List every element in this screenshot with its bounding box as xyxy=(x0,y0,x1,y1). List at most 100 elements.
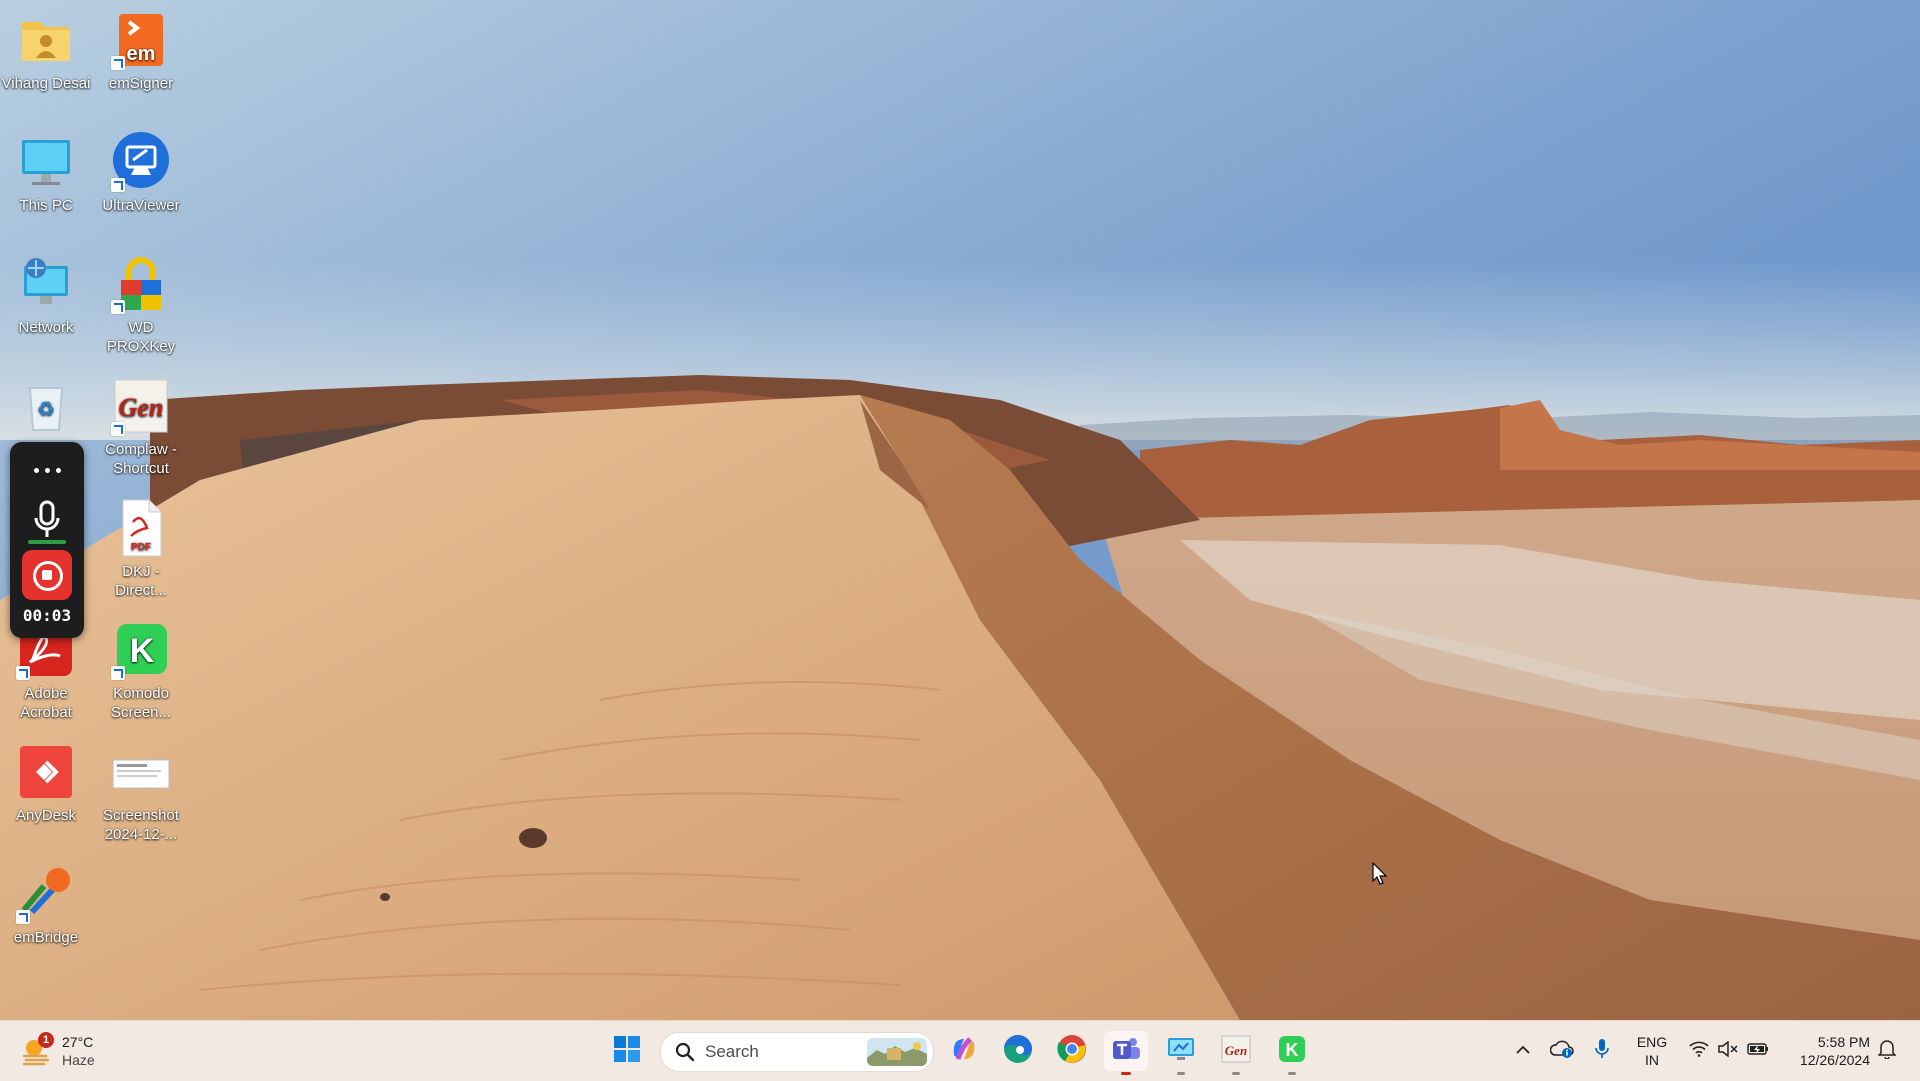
svg-text:♻: ♻ xyxy=(37,397,55,421)
svg-text:K: K xyxy=(1286,1040,1299,1060)
weather-haze-icon: 1 xyxy=(20,1032,54,1068)
tray-battery[interactable] xyxy=(1742,1021,1774,1081)
desktop-icon-wd-proxkey[interactable]: WD PROXKey xyxy=(95,252,187,356)
taskbar-app-komodo[interactable]: K xyxy=(1270,1031,1314,1075)
svg-text:Gen: Gen xyxy=(1225,1043,1247,1058)
shortcut-arrow-icon xyxy=(16,910,30,924)
complaw-icon: Gen xyxy=(1220,1033,1252,1070)
taskbar-app-copilot[interactable] xyxy=(942,1031,986,1071)
desktop-icon-label: AnyDesk xyxy=(15,807,77,824)
taskbar-app-teams[interactable] xyxy=(1104,1031,1148,1075)
complaw-icon: Gen xyxy=(109,374,173,438)
shortcut-arrow-icon xyxy=(111,178,125,192)
running-indicator xyxy=(1177,1072,1185,1075)
user-folder-icon xyxy=(14,8,78,72)
shortcut-arrow-icon xyxy=(111,422,125,436)
tray-microphone[interactable] xyxy=(1586,1021,1618,1081)
screenshot-file-icon xyxy=(109,740,173,804)
mic-level-bar xyxy=(28,540,66,544)
ultraviewer-icon xyxy=(109,130,173,194)
desktop-icon-label: emSigner xyxy=(108,75,174,92)
svg-text:K: K xyxy=(130,632,155,670)
wifi-icon xyxy=(1689,1041,1709,1062)
desktop-icon-screenshot[interactable]: Screenshot 2024-12-... xyxy=(95,740,187,844)
tray-network[interactable] xyxy=(1684,1021,1714,1081)
desktop-icon-embridge[interactable]: emBridge xyxy=(0,862,92,947)
taskbar-app-complaw[interactable]: Gen xyxy=(1214,1031,1258,1075)
chrome-icon xyxy=(1056,1033,1088,1070)
language-code: ENG xyxy=(1636,1034,1668,1050)
microphone-icon[interactable] xyxy=(32,500,62,540)
clock-date-text: 12/26/2024 xyxy=(1799,1052,1870,1068)
chevron-up-icon xyxy=(1515,1042,1531,1060)
desktop-icon-label: This PC xyxy=(19,197,73,214)
shortcut-arrow-icon xyxy=(16,666,30,680)
desktop-icon-label: Network xyxy=(18,319,74,336)
recycle-bin-icon: ♻ xyxy=(14,374,78,438)
taskbar-app-chrome[interactable] xyxy=(1050,1031,1094,1071)
desktop-icon-ultraviewer[interactable]: UltraViewer xyxy=(95,130,187,215)
desktop-icon-emsigner[interactable]: em emSigner xyxy=(95,8,187,93)
search-placeholder: Search xyxy=(705,1042,759,1061)
desktop-icon-komodo[interactable]: K Komodo Screen... xyxy=(95,618,187,722)
desktop-icon-label: WD PROXKey xyxy=(106,319,176,355)
active-indicator xyxy=(1121,1072,1131,1075)
weather-temperature: 27°C xyxy=(62,1034,94,1050)
windows-start-icon xyxy=(613,1035,641,1068)
taskbar-search-box[interactable]: Search xyxy=(660,1032,934,1072)
desktop-icon-recycle-bin[interactable]: ♻ xyxy=(0,374,92,440)
desktop-icon-this-pc[interactable]: This PC xyxy=(0,130,92,215)
network-icon xyxy=(14,252,78,316)
tray-volume[interactable] xyxy=(1714,1021,1742,1081)
pdf-file-icon: PDF xyxy=(109,496,173,560)
start-button[interactable] xyxy=(605,1031,649,1071)
desktop-icon-label: emBridge xyxy=(13,929,79,946)
weather-alert-badge: 1 xyxy=(38,1032,54,1048)
desktop-icon-label: Vihang Desai xyxy=(1,75,91,92)
language-region: IN xyxy=(1645,1052,1659,1068)
stop-record-icon[interactable] xyxy=(22,550,72,600)
desktop-icon-label: Complaw - Shortcut xyxy=(105,441,177,477)
show-hidden-icons-button[interactable] xyxy=(1508,1021,1538,1081)
clock-date[interactable]: 5:58 PM 12/26/2024 xyxy=(1780,1021,1870,1081)
komodo-icon: K xyxy=(1277,1034,1307,1069)
anydesk-icon xyxy=(14,740,78,804)
svg-text:PDF: PDF xyxy=(131,542,151,553)
teams-icon xyxy=(1110,1033,1142,1070)
language-indicator[interactable]: ENG IN xyxy=(1626,1021,1678,1081)
desktop-icon-dkj-pdf[interactable]: PDF DKJ - Direct... xyxy=(95,496,187,600)
svg-text:Gen: Gen xyxy=(119,393,164,422)
desktop-icon-vihang-desai[interactable]: Vihang Desai xyxy=(0,8,92,93)
shortcut-arrow-icon xyxy=(111,300,125,314)
shortcut-arrow-icon xyxy=(111,56,125,70)
embridge-icon xyxy=(14,862,78,926)
taskbar-app-edge[interactable] xyxy=(996,1031,1040,1071)
taskbar-app-remote-desktop[interactable] xyxy=(1159,1031,1203,1075)
battery-charging-icon xyxy=(1747,1042,1769,1061)
emsigner-icon: em xyxy=(109,8,173,72)
desktop-wallpaper xyxy=(0,0,1920,1020)
cloud-info-icon xyxy=(1549,1039,1574,1064)
running-indicator xyxy=(1232,1072,1240,1075)
mouse-cursor-icon xyxy=(1372,861,1388,886)
volume-muted-icon xyxy=(1718,1039,1738,1062)
notifications-button[interactable] xyxy=(1870,1021,1904,1081)
svg-text:em: em xyxy=(127,43,156,65)
remote-desktop-icon xyxy=(1165,1033,1197,1070)
monitor-icon xyxy=(14,130,78,194)
screen-recorder-widget: 00:03 xyxy=(10,442,84,638)
desktop-icon-label: UltraViewer xyxy=(102,197,180,214)
desktop-icon-network[interactable]: Network xyxy=(0,252,92,337)
desktop-icon-complaw[interactable]: Gen Complaw - Shortcut xyxy=(95,374,187,478)
desktop-icon-label: Komodo Screen... xyxy=(110,685,172,721)
edge-icon xyxy=(1002,1033,1034,1070)
tray-onedrive[interactable] xyxy=(1546,1021,1578,1081)
more-dots-icon[interactable] xyxy=(10,460,84,478)
shortcut-arrow-icon xyxy=(111,666,125,680)
proxkey-lock-icon xyxy=(109,252,173,316)
weather-widget[interactable]: 1 27°C Haze xyxy=(20,1029,95,1073)
recording-timer: 00:03 xyxy=(22,606,72,625)
desktop-icon-anydesk[interactable]: AnyDesk xyxy=(0,740,92,825)
copilot-icon xyxy=(948,1033,980,1070)
weather-condition: Haze xyxy=(62,1052,95,1068)
